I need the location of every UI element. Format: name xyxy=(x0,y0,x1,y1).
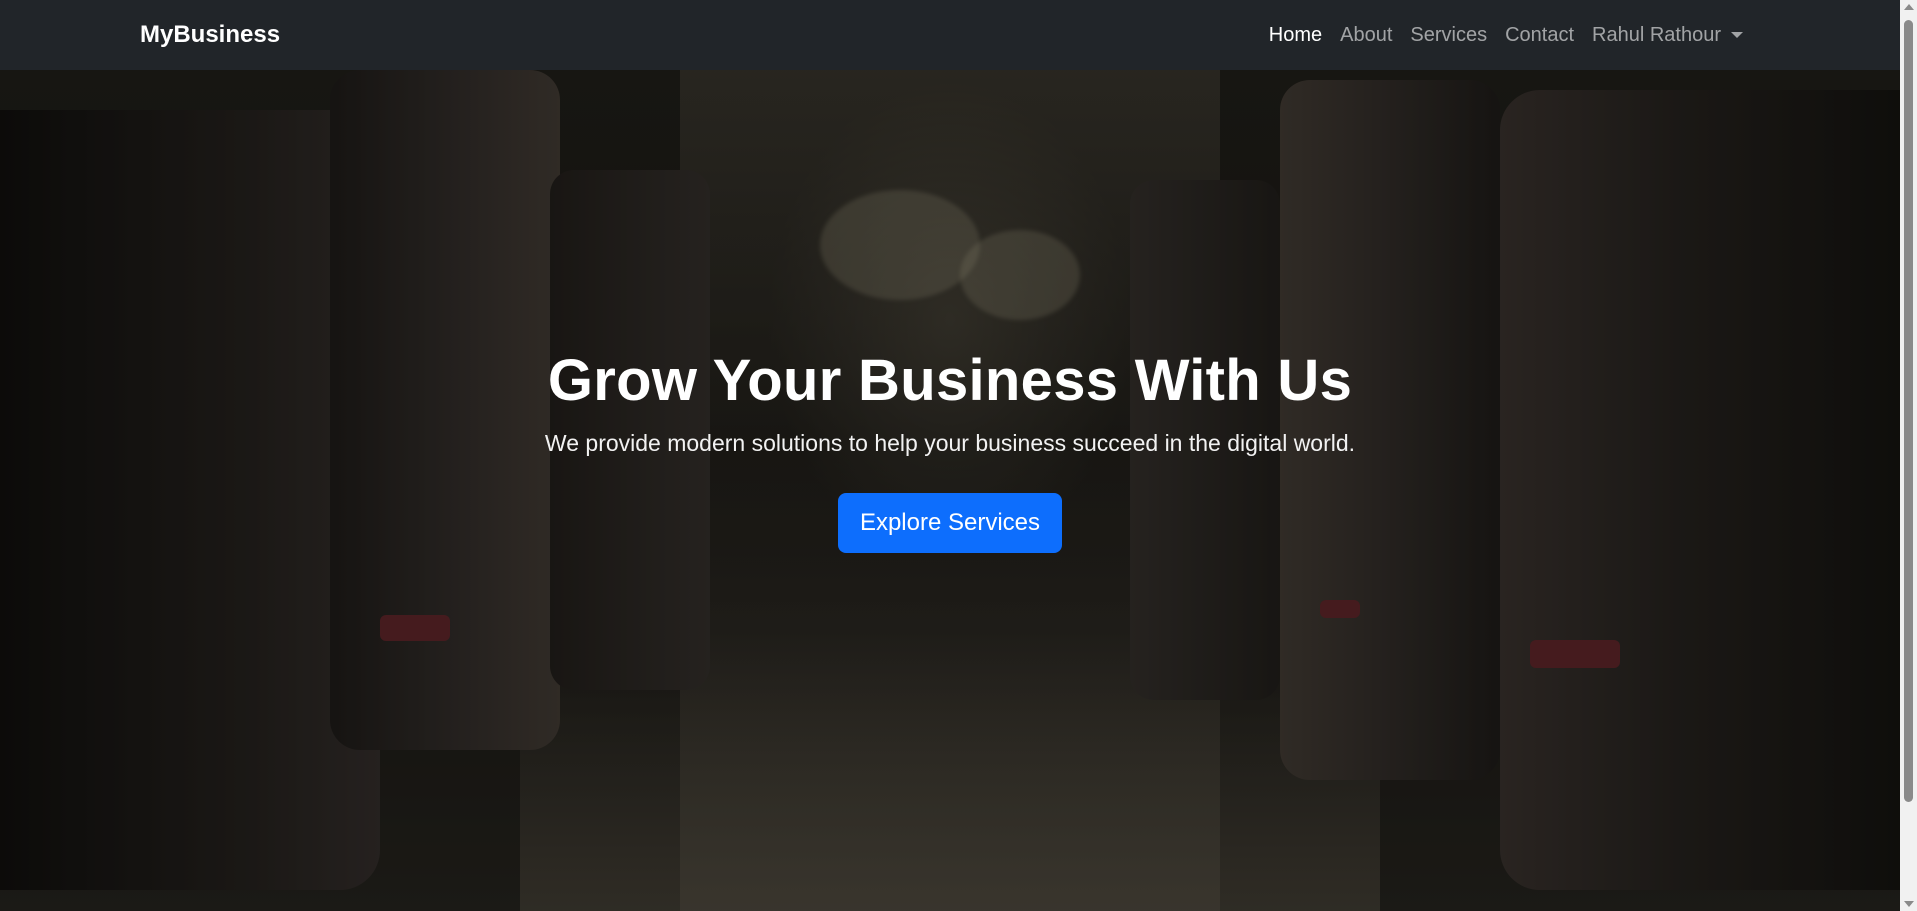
hero-title: Grow Your Business With Us xyxy=(547,348,1353,413)
nav-link-services[interactable]: Services xyxy=(1401,24,1496,47)
nav-link-contact[interactable]: Contact xyxy=(1496,24,1583,47)
hero-content: Grow Your Business With Us We provide mo… xyxy=(0,70,1900,911)
scroll-down-icon[interactable] xyxy=(1904,901,1914,907)
hero-section: Grow Your Business With Us We provide mo… xyxy=(0,70,1900,911)
caret-down-icon xyxy=(1731,32,1743,38)
navbar: MyBusiness Home About Services Contact R… xyxy=(0,0,1900,70)
nav-links: Home About Services Contact Rahul Rathou… xyxy=(1260,0,1752,70)
brand-logo[interactable]: MyBusiness xyxy=(140,0,280,70)
nav-link-about[interactable]: About xyxy=(1331,24,1401,47)
scrollbar-thumb[interactable] xyxy=(1904,20,1913,802)
explore-services-button[interactable]: Explore Services xyxy=(837,493,1063,553)
hero-subtitle: We provide modern solutions to help your… xyxy=(544,430,1356,456)
scroll-up-icon[interactable] xyxy=(1904,4,1914,10)
user-menu-label: Rahul Rathour xyxy=(1592,23,1721,46)
user-menu-dropdown[interactable]: Rahul Rathour xyxy=(1583,24,1752,47)
nav-link-home[interactable]: Home xyxy=(1260,24,1331,47)
vertical-scrollbar[interactable] xyxy=(1900,0,1917,911)
